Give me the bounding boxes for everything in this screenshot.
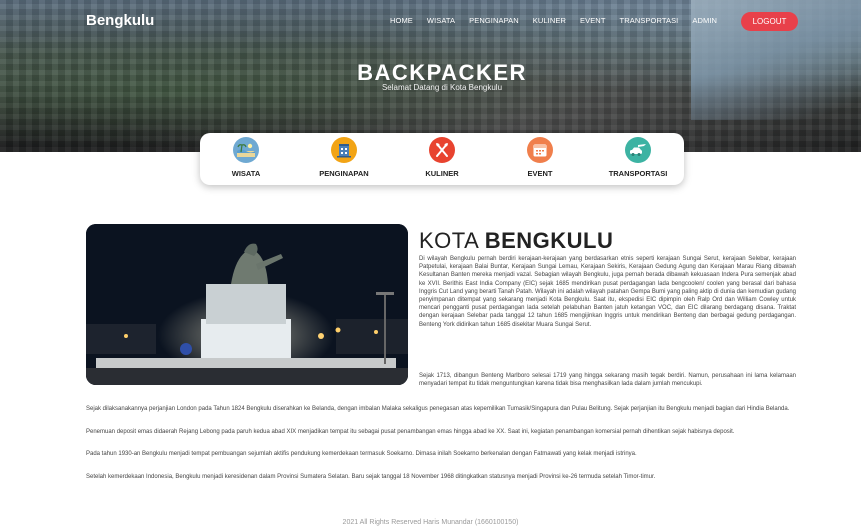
nav-admin[interactable]: ADMIN: [692, 16, 717, 25]
category-label: TRANSPORTASI: [608, 169, 668, 178]
heading-light: KOTA: [419, 228, 479, 253]
monument-photo: [86, 224, 408, 385]
nav-wisata[interactable]: WISATA: [427, 16, 455, 25]
heading-bold: BENGKULU: [484, 228, 614, 253]
category-event[interactable]: EVENT: [500, 137, 580, 178]
paragraph: Sejak dilaksanakannya perjanjian London …: [86, 406, 790, 412]
nav-kuliner[interactable]: KULINER: [533, 16, 566, 25]
beach-icon: [233, 137, 259, 163]
car-plane-icon: [625, 137, 651, 163]
brand-logo[interactable]: Bengkulu: [86, 12, 154, 29]
paragraph: Di wilayah Bengkulu pernah berdiri keraj…: [419, 256, 796, 328]
hotel-icon: [331, 137, 357, 163]
main-nav: HOME WISATA PENGINAPAN KULINER EVENT TRA…: [390, 16, 731, 25]
paragraph: Pada tahun 1930-an Bengkulu menjadi temp…: [86, 451, 637, 457]
category-kuliner[interactable]: KULINER: [402, 137, 482, 178]
category-label: WISATA: [231, 169, 261, 178]
page-heading: KOTA BENGKULU: [419, 228, 613, 254]
category-transportasi[interactable]: TRANSPORTASI: [598, 137, 678, 178]
paragraph: Setelah kemerdekaan Indonesia, Bengkulu …: [86, 474, 656, 480]
category-label: PENGINAPAN: [319, 169, 369, 178]
nav-event[interactable]: EVENT: [580, 16, 606, 25]
paragraph: Penemuan deposit emas didaerah Rejang Le…: [86, 429, 735, 435]
logout-button[interactable]: LOGOUT: [741, 12, 798, 31]
category-penginapan[interactable]: PENGINAPAN: [304, 137, 384, 178]
category-card: WISATA PENGINAPAN KULINER EVENT TRANSPOR…: [200, 133, 684, 185]
footer-copyright: 2021 All Rights Reserved Haris Munandar …: [342, 519, 519, 526]
category-wisata[interactable]: WISATA: [206, 137, 286, 178]
paragraph: Sejak 1713, dibangun Benteng Marlboro se…: [419, 373, 796, 388]
nav-penginapan[interactable]: PENGINAPAN: [469, 16, 519, 25]
nav-transportasi[interactable]: TRANSPORTASI: [620, 16, 679, 25]
category-label: KULINER: [425, 169, 459, 178]
utensils-icon: [429, 137, 455, 163]
hero-subtitle: Selamat Datang di Kota Bengkulu: [381, 83, 503, 92]
nav-home[interactable]: HOME: [390, 16, 413, 25]
category-label: EVENT: [527, 169, 553, 178]
calendar-icon: [527, 137, 553, 163]
